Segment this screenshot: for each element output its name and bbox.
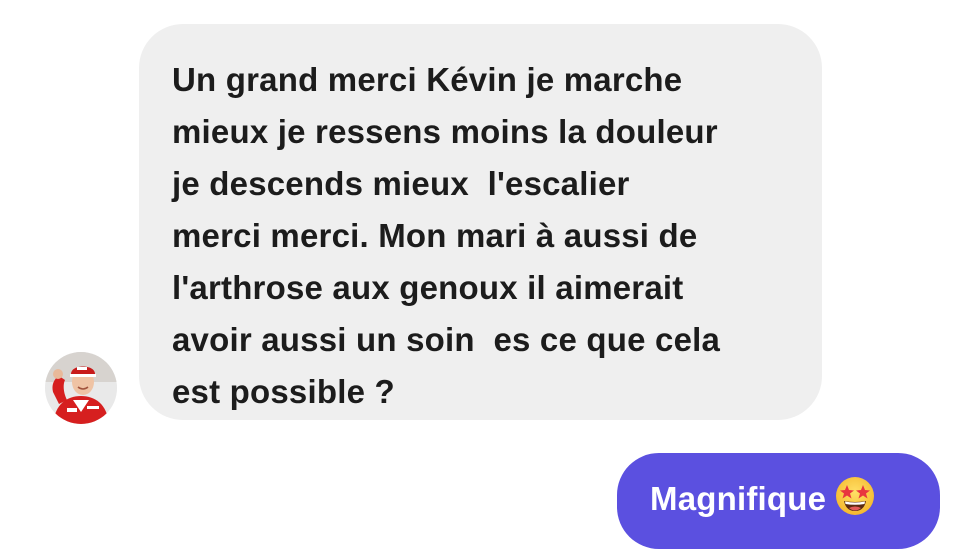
chat-screen: Un grand merci Kévin je marche mieux je … [0,0,960,551]
outgoing-message-text: Magnifique [650,480,827,517]
avatar[interactable] [45,352,117,424]
message-line: je descends mieux l'escalier [172,165,630,202]
message-line: est possible ? [172,373,395,410]
incoming-message-bubble[interactable]: Un grand merci Kévin je marche mieux je … [139,24,822,420]
message-line: mieux je ressens moins la douleur [172,113,718,150]
message-line: Un grand merci Kévin je marche [172,61,683,98]
incoming-message-text: Un grand merci Kévin je marche mieux je … [172,54,802,418]
message-line: avoir aussi un soin es ce que cela [172,321,721,358]
outgoing-message-bubble[interactable]: Magnifique [617,453,940,549]
avatar-photo-icon [45,352,117,424]
star-struck-emoji-icon [834,475,876,517]
message-line: l'arthrose aux genoux il aimerait [172,269,684,306]
message-line: merci merci. Mon mari à aussi de [172,217,698,254]
